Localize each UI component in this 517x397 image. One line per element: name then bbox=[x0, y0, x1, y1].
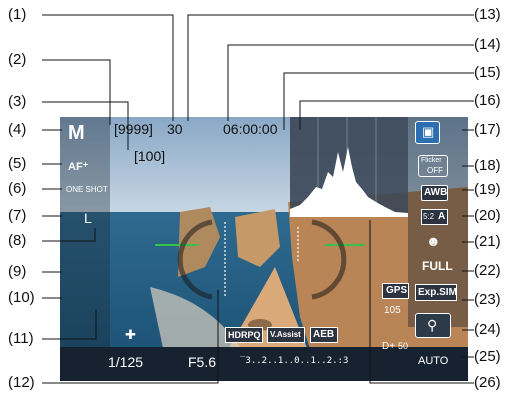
exposure-level-scale: ‾3..2..1..0..1..2.:3 bbox=[240, 356, 349, 366]
magnify-icon: ⚲ bbox=[427, 317, 438, 333]
callout-4: (4) bbox=[8, 121, 27, 138]
callout-5: (5) bbox=[8, 155, 27, 172]
full-label: FULL bbox=[422, 259, 453, 273]
hdr-pq-indicator: HDRPQ bbox=[225, 327, 263, 343]
callout-11: (11) bbox=[8, 330, 34, 347]
aeb-indicator: AEB bbox=[310, 327, 338, 343]
iso-small: 50 bbox=[398, 341, 409, 351]
callout-24: (24) bbox=[474, 321, 501, 338]
callout-26: (26) bbox=[474, 374, 501, 391]
flicker-indicator: Flicker OFF bbox=[418, 155, 448, 177]
aperture[interactable]: F5.6 bbox=[188, 354, 216, 370]
mode-dial: M bbox=[68, 122, 85, 144]
battery-count: 105 bbox=[384, 305, 401, 316]
callout-9: (9) bbox=[8, 263, 27, 280]
shutter-speed[interactable]: 1/125 bbox=[108, 354, 143, 370]
max-burst: [9999] bbox=[114, 121, 153, 137]
af-operation: ONE SHOT bbox=[66, 185, 108, 194]
face-detect-icon: ☻ bbox=[426, 233, 441, 249]
af-method: AF⁺ bbox=[68, 161, 89, 173]
callout-14: (14) bbox=[474, 36, 501, 53]
magnify-button[interactable]: ⚲ bbox=[415, 313, 451, 338]
callout-1: (1) bbox=[8, 6, 27, 23]
white-balance-indicator: AWB bbox=[421, 185, 448, 201]
v-assist-indicator: V.Assist bbox=[267, 327, 305, 343]
callout-22: (22) bbox=[474, 262, 501, 279]
callout-2: (2) bbox=[8, 51, 27, 68]
camera-screen: ▣ Flicker OFF AWB 5:2 A ☻ FULL Exp.SIM ⚲… bbox=[60, 117, 468, 381]
callout-10: (10) bbox=[8, 289, 35, 306]
callout-18: (18) bbox=[474, 157, 501, 174]
aspect-ratio-indicator: 5:2 A bbox=[421, 209, 448, 225]
exposure-simulation-indicator: Exp.SIM bbox=[415, 284, 457, 301]
callout-25: (25) bbox=[474, 348, 501, 365]
callout-19: (19) bbox=[474, 181, 501, 198]
callout-3: (3) bbox=[8, 93, 27, 110]
gps-indicator: GPS bbox=[382, 283, 409, 299]
bottom-bar: 1/125 F5.6 ‾3..2..1..0..1..2.:3 AUTO D+ … bbox=[60, 341, 468, 381]
callout-17: (17) bbox=[474, 121, 501, 138]
callout-6: (6) bbox=[8, 180, 27, 197]
callout-8: (8) bbox=[8, 232, 27, 249]
callout-20: (20) bbox=[474, 207, 501, 224]
quick-control-icon: ▣ bbox=[422, 124, 435, 139]
callout-7: (7) bbox=[8, 207, 27, 224]
callout-12: (12) bbox=[8, 374, 35, 391]
d-plus: D+ bbox=[382, 341, 396, 352]
shots-bracket: [100] bbox=[134, 148, 166, 164]
iso-auto[interactable]: AUTO bbox=[418, 355, 448, 367]
flash-off-icon: ✚ bbox=[125, 327, 136, 342]
callout-15: (15) bbox=[474, 64, 501, 81]
quick-control-button[interactable]: ▣ bbox=[415, 121, 440, 144]
shots-value: 30 bbox=[167, 121, 183, 137]
callout-21: (21) bbox=[474, 233, 501, 250]
callout-23: (23) bbox=[474, 291, 501, 308]
callout-16: (16) bbox=[474, 92, 501, 109]
time-remaining: 06:00:00 bbox=[223, 121, 278, 137]
callout-13: (13) bbox=[474, 6, 501, 23]
image-quality: L bbox=[84, 210, 92, 226]
